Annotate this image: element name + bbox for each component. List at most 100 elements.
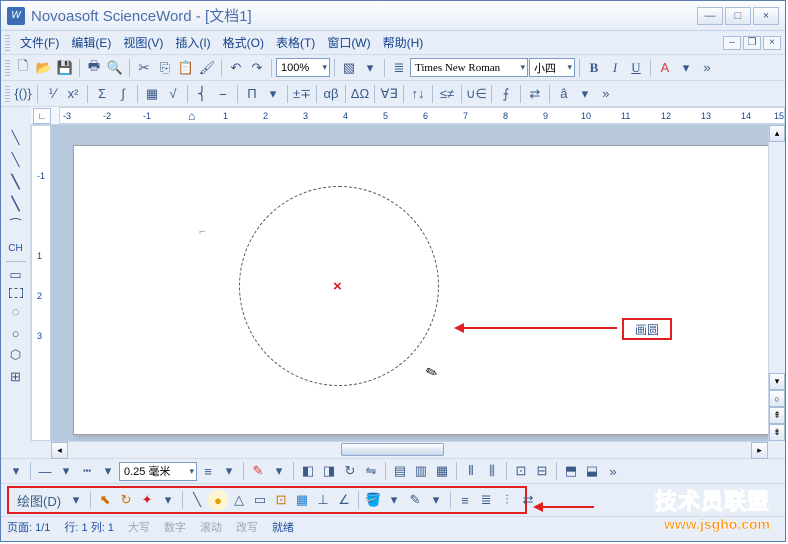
pen-dropdown-icon[interactable]: ▾: [426, 490, 446, 510]
font-color-dropdown-icon[interactable]: ▾: [676, 58, 696, 78]
redo-icon[interactable]: ↷: [247, 58, 267, 78]
script-icon[interactable]: x²: [63, 84, 83, 104]
line4-tool-icon[interactable]: ╲: [6, 195, 26, 213]
line-style-dropdown-icon[interactable]: ▾: [56, 461, 76, 481]
bold-button[interactable]: B: [584, 58, 604, 78]
greek-icon[interactable]: αβ: [321, 84, 341, 104]
brackets-icon[interactable]: {()}: [13, 84, 33, 104]
line-tool-icon[interactable]: ╲: [6, 129, 26, 147]
vector-icon[interactable]: ⎯: [213, 84, 233, 104]
line-style-solid-icon[interactable]: —: [35, 461, 55, 481]
root-icon[interactable]: √: [163, 84, 183, 104]
image-box-icon[interactable]: ▦: [292, 490, 312, 510]
scroll-up-icon[interactable]: ▴: [769, 125, 785, 142]
dropdown-icon[interactable]: ▾: [575, 84, 595, 104]
hat-icon[interactable]: â: [554, 84, 574, 104]
line-weight-icon[interactable]: ≡: [198, 461, 218, 481]
send-back-icon[interactable]: ⬓: [582, 461, 602, 481]
plusminus-icon[interactable]: ±∓: [292, 84, 312, 104]
3d-icon[interactable]: ◨: [319, 461, 339, 481]
triangle-shape-icon[interactable]: △: [229, 490, 249, 510]
scroll-left-icon[interactable]: ◂: [51, 442, 68, 459]
line3-tool-icon[interactable]: ╲: [6, 173, 26, 191]
prop-dropdown-icon[interactable]: ▾: [6, 461, 26, 481]
line-shape-icon[interactable]: ╲: [187, 490, 207, 510]
matrix-icon[interactable]: ▦: [142, 84, 162, 104]
snap-tool-icon[interactable]: ✦: [137, 490, 157, 510]
doc-close-button[interactable]: ×: [763, 36, 781, 50]
axis-icon[interactable]: ⊥: [313, 490, 333, 510]
arrow-icon[interactable]: ↑↓: [408, 84, 428, 104]
page-down-icon[interactable]: ⇟: [769, 424, 785, 441]
dropdown-icon[interactable]: ▾: [263, 84, 283, 104]
select-rect-icon[interactable]: [9, 288, 23, 298]
paragraph-icon[interactable]: ≣: [389, 58, 409, 78]
rotate-icon[interactable]: ↻: [340, 461, 360, 481]
cases-icon[interactable]: ⎨: [192, 84, 212, 104]
cut-icon[interactable]: ✂: [134, 58, 154, 78]
new-icon[interactable]: 🗋: [13, 58, 33, 78]
menu-table[interactable]: 表格(T): [270, 32, 321, 53]
line2-tool-icon[interactable]: ╲: [6, 151, 26, 169]
doc-minimize-button[interactable]: –: [723, 36, 741, 50]
align-left-icon[interactable]: ▤: [390, 461, 410, 481]
lines2-icon[interactable]: ≣: [476, 490, 496, 510]
paste-icon[interactable]: 📋: [176, 58, 196, 78]
distribute-h-icon[interactable]: ⫴: [461, 461, 481, 481]
draw-menu-button[interactable]: 绘图(D): [13, 490, 65, 510]
function-icon[interactable]: ⨍: [496, 84, 516, 104]
sum-icon[interactable]: Σ: [92, 84, 112, 104]
size-combo[interactable]: 小四: [529, 58, 575, 77]
menu-view[interactable]: 视图(V): [117, 32, 169, 53]
pi-icon[interactable]: Π: [242, 84, 262, 104]
more-icon[interactable]: »: [596, 84, 616, 104]
save-icon[interactable]: 💾: [55, 58, 75, 78]
zoom-combo[interactable]: 100%: [276, 58, 330, 77]
align-right-icon[interactable]: ▦: [432, 461, 452, 481]
italic-button[interactable]: I: [605, 58, 625, 78]
color-swatch-icon[interactable]: ▧: [339, 58, 359, 78]
group-icon[interactable]: ⊡: [511, 461, 531, 481]
flip-icon[interactable]: ⇋: [361, 461, 381, 481]
polygon-tool-icon[interactable]: ⬡: [6, 346, 26, 364]
lines3-icon[interactable]: ⫶: [497, 490, 517, 510]
font-color-icon[interactable]: A: [655, 58, 675, 78]
textbox-icon[interactable]: ⊡: [271, 490, 291, 510]
tab-selector-icon[interactable]: ∟: [33, 108, 51, 124]
scroll-down-icon[interactable]: ▾: [769, 373, 785, 390]
close-button[interactable]: ×: [753, 7, 779, 25]
lines1-icon[interactable]: ≡: [455, 490, 475, 510]
line-width-combo[interactable]: 0.25 毫米: [119, 462, 197, 481]
line-dash-dropdown-icon[interactable]: ▾: [98, 461, 118, 481]
menu-file[interactable]: 文件(F): [14, 32, 65, 53]
fill-dropdown-icon[interactable]: ▾: [384, 490, 404, 510]
underline-button[interactable]: U: [626, 58, 646, 78]
line-color-icon[interactable]: ✎: [248, 461, 268, 481]
draw-dropdown-icon[interactable]: ▾: [66, 490, 86, 510]
open-icon[interactable]: 📂: [34, 58, 54, 78]
ellipse-tool-icon[interactable]: ○: [6, 324, 26, 342]
distribute-v-icon[interactable]: ⫼: [482, 461, 502, 481]
preview-icon[interactable]: 🔍: [105, 58, 125, 78]
menu-insert[interactable]: 插入(I): [169, 32, 216, 53]
doc-restore-button[interactable]: ❐: [743, 36, 761, 50]
pen-icon[interactable]: ✎: [405, 490, 425, 510]
curve-tool-icon[interactable]: ⁀: [6, 217, 26, 235]
align-center-icon[interactable]: ▥: [411, 461, 431, 481]
circle-shape-icon[interactable]: ●: [208, 490, 228, 510]
forall-icon[interactable]: ∀∃: [379, 84, 399, 104]
overarrow-icon[interactable]: ⇄: [525, 84, 545, 104]
snap-dropdown-icon[interactable]: ▾: [158, 490, 178, 510]
ellipse-dashed-icon[interactable]: ◌: [6, 302, 26, 320]
page-marker-icon[interactable]: ○: [769, 390, 785, 407]
undo-icon[interactable]: ↶: [226, 58, 246, 78]
grid-tool-icon[interactable]: ⊞: [6, 368, 26, 386]
fill-bucket-icon[interactable]: 🪣: [363, 490, 383, 510]
maximize-button[interactable]: □: [725, 7, 751, 25]
bring-front-icon[interactable]: ⬒: [561, 461, 581, 481]
menu-edit[interactable]: 编辑(E): [65, 32, 117, 53]
rect-tool-icon[interactable]: ▭: [6, 266, 26, 284]
rect-shape-icon[interactable]: ▭: [250, 490, 270, 510]
shadow-icon[interactable]: ◧: [298, 461, 318, 481]
font-combo[interactable]: Times New Roman: [410, 58, 528, 77]
